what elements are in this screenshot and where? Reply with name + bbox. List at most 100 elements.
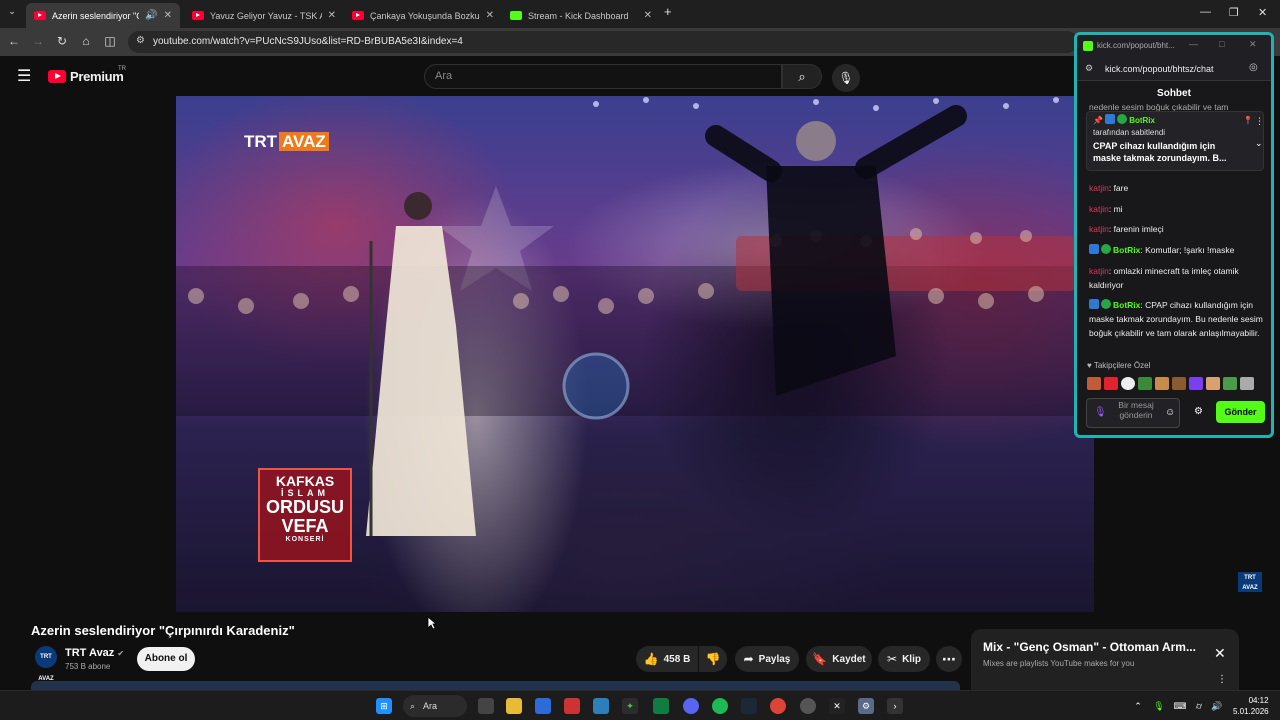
discord-icon[interactable] (683, 698, 699, 714)
tab-search-chevron-icon[interactable]: ⌄ (4, 6, 20, 17)
reload-icon[interactable]: ↻ (54, 34, 70, 48)
emote-icon[interactable] (1189, 377, 1203, 390)
obs-icon[interactable] (800, 698, 816, 714)
tab-kick-dashboard[interactable]: Stream - Kick Dashboard ✕ (502, 3, 660, 28)
close-icon[interactable]: ✕ (1214, 645, 1226, 662)
more-actions-button[interactable]: ⋯ (936, 646, 962, 672)
restore-icon[interactable]: ❐ (1229, 6, 1239, 19)
chat-username[interactable]: katjin (1089, 266, 1109, 276)
app-icon[interactable] (653, 698, 669, 714)
close-window-icon[interactable]: ✕ (1249, 39, 1257, 50)
emote-icon[interactable] (1104, 377, 1118, 390)
description-box[interactable] (31, 681, 960, 690)
settings-icon[interactable]: ⚙ (858, 698, 874, 714)
send-button[interactable]: Gönder (1216, 401, 1265, 423)
terminal-icon[interactable]: › (887, 698, 903, 714)
youtube-logo-icon[interactable] (48, 70, 66, 83)
home-icon[interactable]: ⌂ (78, 34, 94, 48)
emote-icon[interactable] (1121, 377, 1135, 390)
tab-yavuz[interactable]: Yavuz Geliyor Yavuz - TSK Armo ✕ (184, 3, 344, 28)
like-button[interactable]: 👍 458 B (636, 646, 698, 672)
volume-icon[interactable]: 🔊 (1209, 698, 1225, 714)
emoji-icon[interactable]: ☺ (1165, 407, 1175, 418)
channel-branding-icon[interactable]: TRT AVAZ (1238, 572, 1262, 592)
new-tab-button[interactable]: + (664, 4, 672, 19)
chrome-icon[interactable] (770, 698, 786, 714)
emote-icon[interactable] (1206, 377, 1220, 390)
site-info-icon[interactable]: ⚙ (1085, 63, 1093, 74)
more-icon[interactable]: ⋮ (1255, 116, 1264, 127)
chat-username[interactable]: katjin (1089, 204, 1109, 214)
maximize-icon[interactable]: □ (1219, 39, 1224, 49)
premium-logo-text[interactable]: Premium (70, 69, 124, 84)
search-button[interactable]: ⌕ (782, 64, 822, 89)
chevron-up-icon[interactable]: ⌃ (1130, 698, 1146, 714)
share-button[interactable]: ➦ Paylaş (735, 646, 799, 672)
back-icon[interactable]: ← (6, 34, 22, 48)
search-input[interactable]: Ara (424, 64, 782, 89)
unpin-icon[interactable]: 📍 (1243, 116, 1253, 125)
emote-icon[interactable] (1240, 377, 1254, 390)
emote-icon[interactable] (1155, 377, 1169, 390)
spotify-icon[interactable] (712, 698, 728, 714)
emote-icon[interactable] (1172, 377, 1186, 390)
tab-azerin[interactable]: Azerin seslendiriyor "Çırpın 🔊 ✕ (26, 3, 180, 28)
minimize-icon[interactable]: — (1200, 6, 1211, 18)
channel-name[interactable]: TRT Avaz ✔ (65, 647, 124, 659)
close-icon[interactable]: ✕ (486, 10, 494, 21)
chat-username[interactable]: katjin (1089, 224, 1109, 234)
tab-cankaya[interactable]: Çankaya Yokuşunda Bozkurtlar ✕ (344, 3, 502, 28)
subscribe-button[interactable]: Abone ol (137, 647, 195, 671)
pinned-message[interactable]: 📌 BotRix tarafından sabitlendi CPAP ciha… (1086, 111, 1264, 171)
file-explorer-icon[interactable] (506, 698, 522, 714)
emote-icon[interactable] (1138, 377, 1152, 390)
voice-search-button[interactable]: 🎙 (832, 64, 860, 92)
network-icon[interactable]: ⌭ (1191, 698, 1207, 714)
avatar[interactable]: TRT AVAZ (35, 646, 57, 682)
minimize-icon[interactable]: — (1189, 39, 1198, 49)
forward-icon[interactable]: → (30, 34, 46, 48)
dislike-button[interactable]: 👎 (699, 646, 727, 672)
emote-icon[interactable] (1223, 377, 1237, 390)
microphone-icon[interactable]: 🎙 (1151, 698, 1167, 714)
save-button[interactable]: 🔖 Kaydet (806, 646, 872, 672)
app-icon[interactable]: ✕ (829, 698, 845, 714)
settings-icon[interactable]: ⚙ (1194, 406, 1203, 417)
chat-username[interactable]: BotRix (1113, 245, 1140, 255)
close-icon[interactable]: ✕ (328, 10, 336, 21)
emote-icon[interactable] (1087, 377, 1101, 390)
keyboard-icon[interactable]: ⌨ (1172, 698, 1188, 714)
video-player[interactable]: TRT AVAZ KAFKAS İSLAM ORDUSU VEFA KONSERİ (176, 96, 1094, 612)
chat-username[interactable]: katjin (1089, 183, 1109, 193)
steam-icon[interactable] (741, 698, 757, 714)
mix-subtitle: Mixes are playlists YouTube makes for yo… (983, 659, 1135, 668)
mix-title[interactable]: Mix - "Genç Osman" - Ottoman Arm... (983, 640, 1203, 654)
heart-icon: ♥ (1087, 361, 1092, 370)
clip-button[interactable]: ✂ Klip (878, 646, 930, 672)
windows-start-icon[interactable]: ⊞ (376, 698, 392, 714)
chat-username[interactable]: BotRix (1113, 300, 1140, 310)
app-icon[interactable]: ✦ (622, 698, 638, 714)
microphone-icon[interactable]: 🎙 (1094, 407, 1107, 418)
chat-input[interactable]: 🎙 Bir mesaj gönderin ☺ (1086, 398, 1180, 428)
snipping-tool-icon[interactable] (564, 698, 580, 714)
task-view-icon[interactable] (478, 698, 494, 714)
close-icon[interactable]: ✕ (164, 10, 172, 21)
taskbar-search[interactable]: ⌕ Ara (403, 695, 467, 717)
sidebar-icon[interactable]: ◫ (102, 34, 118, 48)
menu-icon[interactable]: ☰ (17, 66, 31, 86)
more-icon[interactable]: ⋮ (1217, 674, 1227, 685)
close-icon[interactable]: ✕ (644, 10, 652, 21)
system-clock[interactable]: 04:12 5.01.2026 (1233, 695, 1269, 717)
store-icon[interactable] (535, 698, 551, 714)
close-window-icon[interactable]: ✕ (1258, 6, 1267, 19)
chevron-down-icon[interactable]: ⌄ (1255, 138, 1263, 149)
url-text[interactable]: youtube.com/watch?v=PUcNcS9JUso&list=RD-… (153, 36, 463, 47)
pinned-username[interactable]: BotRix (1129, 116, 1155, 125)
address-bar[interactable]: ⚙ youtube.com/watch?v=PUcNcS9JUso&list=R… (128, 31, 1078, 53)
speaker-icon[interactable]: 🔊 (145, 10, 157, 21)
eye-off-icon[interactable]: ◎ (1249, 62, 1258, 73)
site-info-icon[interactable]: ⚙ (136, 35, 145, 46)
app-icon[interactable] (593, 698, 609, 714)
popout-url[interactable]: kick.com/popout/bhtsz/chat (1105, 64, 1214, 74)
